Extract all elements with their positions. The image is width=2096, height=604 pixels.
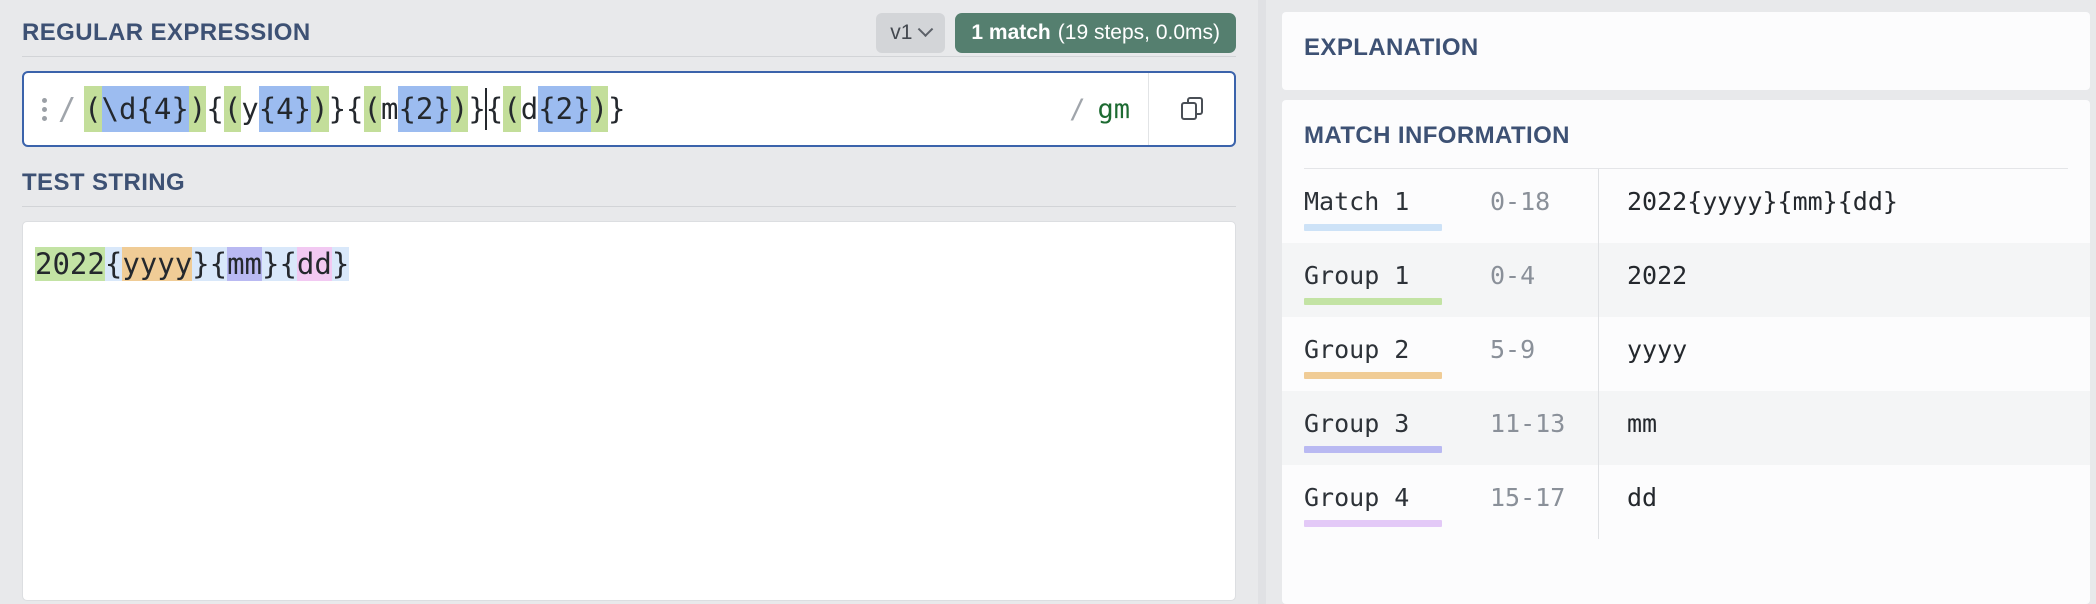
table-row[interactable]: Match 1 0-18 2022{yyyy}{mm}{dd} bbox=[1282, 169, 2090, 243]
match-range: 0-4 bbox=[1490, 261, 1536, 290]
regex-token: m bbox=[380, 92, 399, 126]
regex-token: d bbox=[520, 92, 539, 126]
match-value: 2022 bbox=[1598, 243, 2090, 317]
regex-open-delimiter: / bbox=[58, 91, 77, 127]
regex-token: ( bbox=[223, 86, 242, 132]
regex-token: ) bbox=[450, 86, 469, 132]
match-range: 0-18 bbox=[1490, 187, 1551, 216]
regex-token: } bbox=[328, 92, 347, 126]
test-string-token: }{ bbox=[262, 247, 297, 281]
match-label-cell: Group 1 bbox=[1282, 243, 1490, 305]
match-value: yyyy bbox=[1598, 317, 2090, 391]
regex-header-controls: v1 1 match (19 steps, 0.0ms) bbox=[876, 13, 1236, 53]
pane-divider[interactable] bbox=[1258, 0, 1266, 604]
regex-close-delimiter: / bbox=[1069, 93, 1086, 125]
match-color-swatch bbox=[1304, 520, 1442, 527]
test-string-token: 2022 bbox=[35, 247, 105, 281]
match-color-swatch bbox=[1304, 298, 1442, 305]
match-label: Group 1 bbox=[1304, 261, 1410, 290]
match-count-label: 1 match bbox=[971, 21, 1051, 44]
match-label: Match 1 bbox=[1304, 187, 1410, 216]
regex-token: y bbox=[241, 92, 259, 126]
flags-value: gm bbox=[1097, 93, 1130, 125]
match-detail-label: (19 steps, 0.0ms) bbox=[1057, 21, 1220, 44]
match-range: 11-13 bbox=[1490, 409, 1566, 438]
version-select[interactable]: v1 bbox=[876, 13, 946, 53]
test-string-title: TEST STRING bbox=[22, 169, 186, 196]
regex-token: {2} bbox=[538, 86, 591, 132]
regex-token: { bbox=[346, 92, 364, 126]
match-value: dd bbox=[1598, 465, 2090, 539]
regex-token: } bbox=[468, 92, 486, 126]
header-divider bbox=[22, 56, 1236, 57]
match-color-swatch bbox=[1304, 224, 1442, 231]
page-title: REGULAR EXPRESSION bbox=[22, 19, 311, 46]
regex-token: } bbox=[608, 92, 626, 126]
match-information-rows: Match 1 0-18 2022{yyyy}{mm}{dd} Group 1 0-4 2… bbox=[1282, 169, 2090, 539]
regex-token: ( bbox=[363, 86, 381, 132]
regex-token: {4} bbox=[136, 86, 189, 132]
match-information-panel: MATCH INFORMATION Match 1 0-18 2022{yyyy}{… bbox=[1282, 100, 2090, 604]
match-value: 2022{yyyy}{mm}{dd} bbox=[1598, 169, 2090, 243]
chevron-down-icon bbox=[918, 20, 934, 37]
explanation-title: EXPLANATION bbox=[1304, 34, 1479, 61]
copy-regex-button[interactable] bbox=[1148, 73, 1234, 145]
test-string-divider bbox=[22, 206, 1236, 207]
match-information-title: MATCH INFORMATION bbox=[1304, 122, 1570, 149]
status-badge[interactable]: 1 match (19 steps, 0.0ms) bbox=[955, 13, 1236, 53]
regex-input-container[interactable]: / (\d {4}){(y {4})}{(m {2})}{(d {2})} / gm bbox=[22, 71, 1236, 147]
regex-token: ) bbox=[311, 86, 329, 132]
regex-section-header: REGULAR EXPRESSION v1 1 match (19 steps,… bbox=[22, 0, 1236, 56]
right-pane: EXPLANATION MATCH INFORMATION Match 1 0-1… bbox=[1266, 0, 2096, 604]
match-label-cell: Group 4 bbox=[1282, 465, 1490, 527]
match-label: Group 3 bbox=[1304, 409, 1410, 438]
regex-input[interactable]: (\d {4}){(y {4})}{(m {2})}{(d {2})} bbox=[84, 73, 1059, 145]
match-label: Group 2 bbox=[1304, 335, 1410, 364]
match-label-cell: Group 3 bbox=[1282, 391, 1490, 453]
drag-dots-icon[interactable] bbox=[24, 73, 58, 145]
test-string-header: TEST STRING bbox=[22, 169, 1236, 207]
regex-token: ) bbox=[188, 86, 207, 132]
match-label: Group 4 bbox=[1304, 483, 1410, 512]
match-label-cell: Match 1 bbox=[1282, 169, 1490, 231]
table-row[interactable]: Group 2 5-9 yyyy bbox=[1282, 317, 2090, 391]
test-string-token: yyyy bbox=[122, 247, 193, 281]
left-pane: REGULAR EXPRESSION v1 1 match (19 steps,… bbox=[0, 0, 1258, 604]
match-label-cell: Group 2 bbox=[1282, 317, 1490, 379]
regex-token: { bbox=[206, 92, 224, 126]
copy-icon bbox=[1180, 97, 1203, 121]
match-range: 15-17 bbox=[1490, 483, 1566, 512]
match-color-swatch bbox=[1304, 446, 1442, 453]
test-string-token: { bbox=[104, 247, 123, 281]
regex101-app: REGULAR EXPRESSION v1 1 match (19 steps,… bbox=[0, 0, 2096, 604]
table-row[interactable]: Group 1 0-4 2022 bbox=[1282, 243, 2090, 317]
match-color-swatch bbox=[1304, 372, 1442, 379]
explanation-panel: EXPLANATION bbox=[1282, 12, 2090, 90]
match-range: 5-9 bbox=[1490, 335, 1536, 364]
test-string-token: } bbox=[331, 247, 350, 281]
table-row[interactable]: Group 3 11-13 mm bbox=[1282, 391, 2090, 465]
version-label: v1 bbox=[890, 21, 913, 44]
test-string-token: dd bbox=[296, 247, 332, 281]
test-string-token: }{ bbox=[192, 247, 228, 281]
regex-token: ( bbox=[84, 86, 102, 132]
regex-token: { bbox=[485, 92, 504, 126]
regex-flags[interactable]: / gm bbox=[1059, 73, 1148, 145]
regex-token: {2} bbox=[398, 86, 451, 132]
table-row[interactable]: Group 4 15-17 dd bbox=[1282, 465, 2090, 539]
test-string-token: mm bbox=[227, 247, 262, 281]
regex-token: ) bbox=[590, 86, 609, 132]
regex-token: ( bbox=[503, 86, 521, 132]
regex-token: {4} bbox=[258, 86, 312, 132]
test-string-input[interactable]: 2022{yyyy}{mm}{dd} bbox=[22, 221, 1236, 601]
regex-token: \d bbox=[101, 86, 137, 132]
match-value: mm bbox=[1598, 391, 2090, 465]
